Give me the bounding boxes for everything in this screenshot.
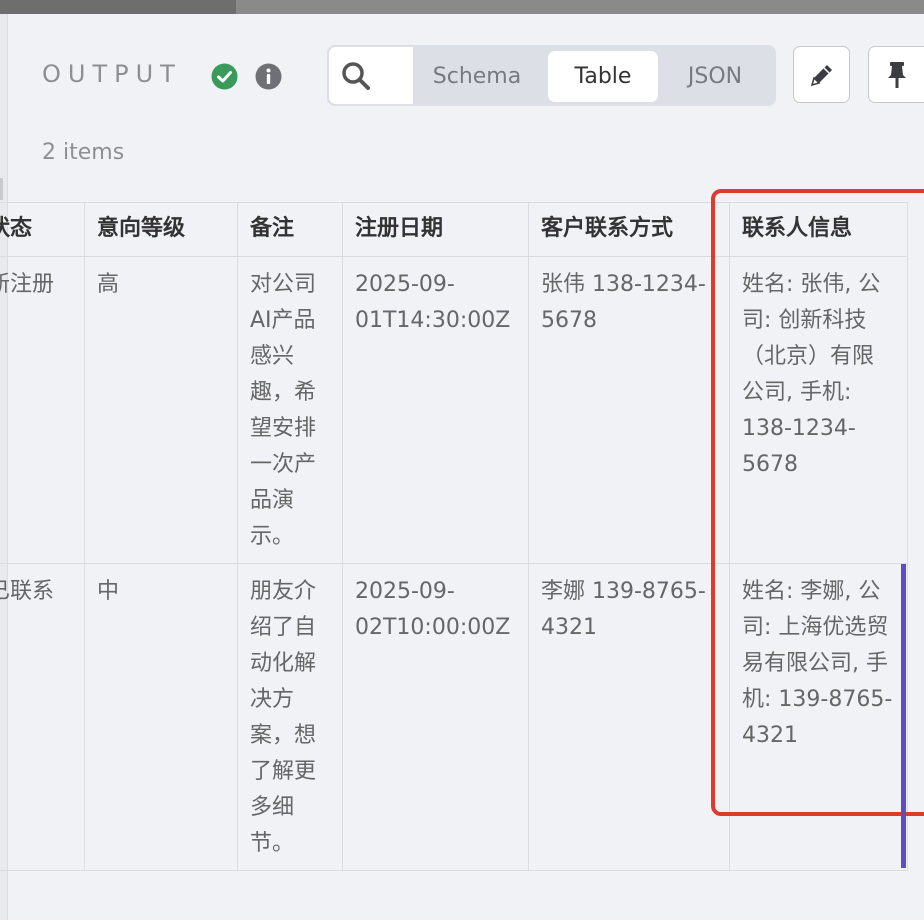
table-cell: 李娜 139-8765-4321 — [528, 563, 730, 871]
table-cell: 姓名: 张伟, 公司: 创新科技（北京）有限公司, 手机: 138-1234-5… — [729, 256, 908, 564]
tab-table[interactable]: Table — [548, 51, 658, 102]
output-title: OUTPUT — [42, 60, 182, 88]
output-table: 状态 意向等级 备注 注册日期 客户联系方式 联系人信息 新注册 高 对公司AI… — [0, 202, 908, 871]
table-cell: 2025-09-01T14:30:00Z — [342, 256, 529, 564]
column-resize-indicator[interactable] — [901, 564, 906, 868]
edit-button[interactable] — [793, 46, 850, 103]
table-cell: 新注册 — [0, 256, 85, 564]
column-header[interactable]: 联系人信息 — [729, 202, 908, 257]
table-cell: 高 — [84, 256, 238, 564]
column-header[interactable]: 注册日期 — [342, 202, 529, 257]
column-header[interactable]: 客户联系方式 — [528, 202, 730, 257]
items-count: 2 items — [42, 140, 125, 165]
search-icon — [342, 62, 370, 90]
info-icon[interactable] — [255, 63, 282, 90]
table-cell: 已联系 — [0, 563, 85, 871]
table-cell: 姓名: 李娜, 公司: 上海优选贸易有限公司, 手机: 139-8765-432… — [729, 563, 908, 871]
check-circle-icon — [211, 63, 238, 90]
table-cell: 2025-09-02T10:00:00Z — [342, 563, 529, 871]
table-row: 已联系 中 朋友介绍了自动化解决方案，想了解更多细节。 2025-09-02T1… — [0, 563, 908, 871]
table-cell: 张伟 138-1234-5678 — [528, 256, 730, 564]
table-cell: 中 — [84, 563, 238, 871]
pin-icon — [888, 62, 906, 88]
table-row: 新注册 高 对公司AI产品感兴趣，希望安排一次产品演示。 2025-09-01T… — [0, 256, 908, 564]
column-header[interactable]: 意向等级 — [84, 202, 238, 257]
resize-grip — [0, 178, 3, 200]
column-header[interactable]: 状态 — [0, 202, 85, 257]
table-cell: 对公司AI产品感兴趣，希望安排一次产品演示。 — [237, 256, 343, 564]
window-top-bar-left — [0, 0, 236, 14]
table-header-row: 状态 意向等级 备注 注册日期 客户联系方式 联系人信息 — [0, 202, 908, 257]
table-cell: 朋友介绍了自动化解决方案，想了解更多细节。 — [237, 563, 343, 871]
tab-schema[interactable]: Schema — [418, 51, 536, 102]
pin-button[interactable] — [868, 46, 924, 103]
column-header[interactable]: 备注 — [237, 202, 343, 257]
pencil-icon — [810, 65, 832, 87]
tab-json[interactable]: JSON — [664, 51, 766, 102]
